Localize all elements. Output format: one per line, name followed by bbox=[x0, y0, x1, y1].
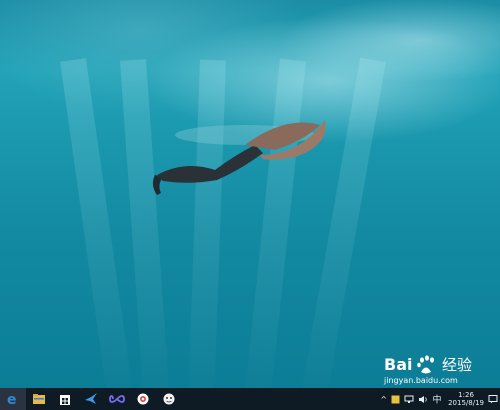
light-ray bbox=[120, 59, 172, 388]
system-tray: ^ 中 1:26 2015/8/19 bbox=[380, 388, 498, 410]
browser-app-icon bbox=[137, 393, 149, 405]
diver-figure bbox=[152, 120, 326, 195]
tray-notifications[interactable] bbox=[488, 394, 498, 404]
volume-icon bbox=[419, 395, 427, 403]
tray-ime[interactable]: 中 bbox=[432, 394, 442, 404]
notification-icon bbox=[488, 395, 498, 404]
taskbar-clock[interactable]: 1:26 2015/8/19 bbox=[448, 391, 484, 407]
svg-text:e: e bbox=[7, 392, 17, 406]
tray-app[interactable] bbox=[391, 395, 400, 404]
edge-icon: e bbox=[7, 392, 17, 406]
taskbar-edge[interactable]: e bbox=[0, 388, 26, 410]
taskbar-bird-app[interactable] bbox=[78, 388, 104, 410]
tray-app-icon bbox=[391, 395, 400, 403]
bird-app-icon bbox=[85, 393, 97, 404]
tray-chevron[interactable]: ^ bbox=[380, 395, 387, 404]
baidu-logo-icon: Bai 经验 bbox=[384, 355, 472, 374]
file-explorer-icon bbox=[33, 394, 45, 404]
baidu-watermark: Bai 经验 jingyan.baidu.com bbox=[384, 354, 496, 390]
clock-time: 1:26 bbox=[458, 391, 474, 399]
taskbar-store[interactable] bbox=[52, 388, 78, 410]
chevron-up-icon: ^ bbox=[380, 394, 388, 404]
network-icon bbox=[404, 395, 414, 403]
infinity-app-icon bbox=[109, 395, 125, 403]
taskbar-file-explorer[interactable] bbox=[26, 388, 52, 410]
taskbar-chat-app[interactable] bbox=[156, 388, 182, 410]
light-ray bbox=[242, 58, 306, 388]
taskbar: e ^ 中 1:26 2015/8/19 bbox=[0, 388, 500, 410]
watermark-url: jingyan.baidu.com bbox=[384, 376, 458, 385]
svg-text:中: 中 bbox=[433, 394, 442, 404]
light-ray bbox=[187, 59, 226, 388]
taskbar-infinity-app[interactable] bbox=[104, 388, 130, 410]
svg-text:Bai: Bai bbox=[384, 355, 412, 374]
store-icon bbox=[60, 395, 70, 405]
taskbar-browser-app[interactable] bbox=[130, 388, 156, 410]
clock-date: 2015/8/19 bbox=[448, 399, 484, 407]
light-ray bbox=[297, 57, 386, 388]
tray-network[interactable] bbox=[404, 395, 414, 404]
ime-icon: 中 bbox=[433, 394, 442, 404]
desktop-wallpaper bbox=[0, 0, 500, 388]
tray-volume[interactable] bbox=[418, 395, 428, 404]
chat-app-icon bbox=[163, 393, 175, 405]
svg-text:经验: 经验 bbox=[442, 356, 472, 374]
